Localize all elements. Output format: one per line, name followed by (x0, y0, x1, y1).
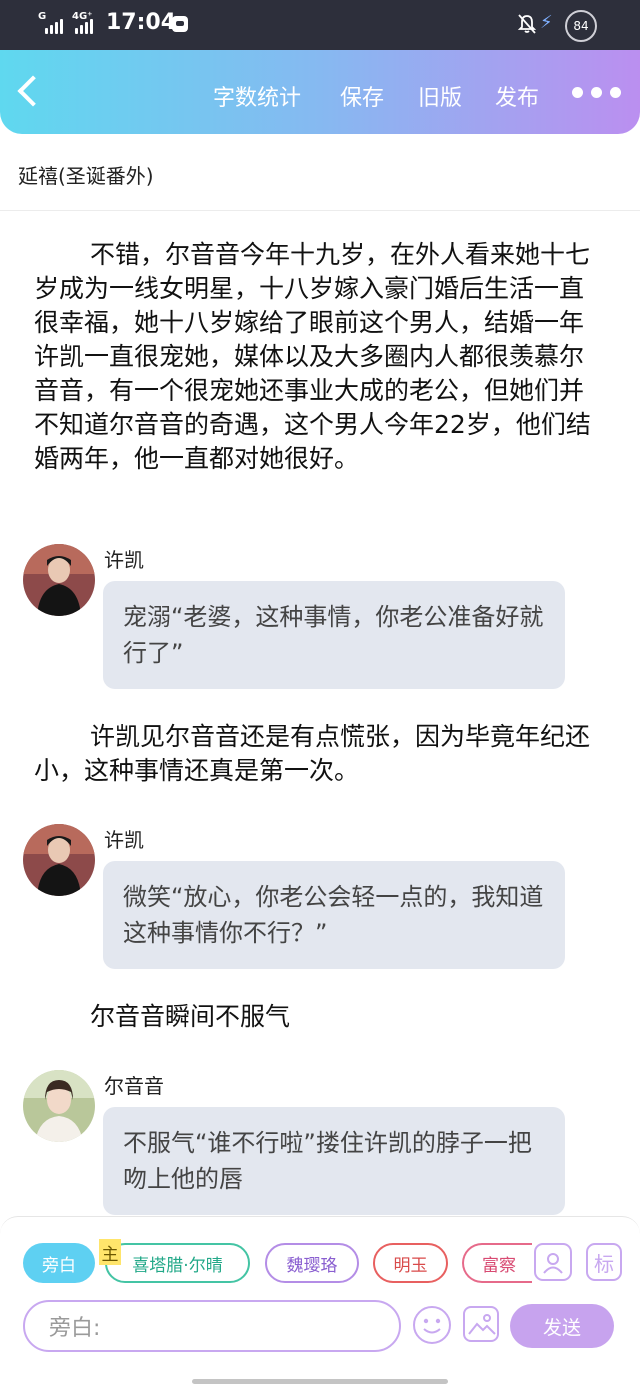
signal-icon: G (36, 11, 63, 34)
home-indicator[interactable] (192, 1379, 448, 1384)
dialogue-bubble[interactable]: 微笑“放心，你老公会轻一点的，我知道这种事情你不行？” (103, 861, 565, 969)
clock: 17:04 (106, 10, 177, 35)
avatar-xukai[interactable] (23, 544, 95, 616)
publish-button[interactable]: 发布 (495, 80, 539, 112)
role-chip-main[interactable]: 喜塔腊·尔晴 (105, 1243, 250, 1283)
app-notification-icon (172, 16, 188, 32)
narration-paragraph[interactable]: 尔音音瞬间不服气 (34, 1000, 596, 1034)
role-chip-mingyu[interactable]: 明玉 (373, 1243, 448, 1283)
signal-label: G (38, 11, 47, 22)
avatar-eryinyin[interactable] (23, 1070, 95, 1142)
avatar-xukai[interactable] (23, 824, 95, 896)
dialogue-bubble[interactable]: 不服气“谁不行啦”搂住许凯的脖子一把吻上他的唇 (103, 1107, 565, 1215)
signal-4g-label: 4G⁺ (72, 11, 93, 22)
dialogue-bubble[interactable]: 宠溺“老婆，这种事情，你老公准备好就行了” (103, 581, 565, 689)
speaker-name: 许凯 (104, 828, 144, 852)
main-role-badge: 主 (99, 1239, 121, 1265)
composer-panel: 旁白 喜塔腊·尔晴 主 魏璎珞 明玉 富察 标 旁白: 发送 (0, 1216, 640, 1387)
narration-paragraph[interactable]: 许凯见尔音音还是有点慌张，因为毕竟年纪还小，这种事情还真是第一次。 (34, 720, 596, 788)
old-version-button[interactable]: 旧版 (418, 80, 462, 112)
charging-icon: ⚡ (540, 12, 553, 33)
chapter-title[interactable]: 延禧(圣诞番外) (18, 160, 154, 189)
battery-indicator: 84 (565, 10, 597, 42)
person-card-icon[interactable] (534, 1243, 572, 1281)
battery-level: 84 (573, 19, 589, 33)
image-icon[interactable] (463, 1306, 499, 1342)
editor-header: 字数统计 保存 旧版 发布 (0, 50, 640, 134)
narration-paragraph[interactable]: 不错，尔音音今年十九岁，在外人看来她十七岁成为一线女明星，十八岁嫁入豪门婚后生活… (34, 238, 596, 476)
status-bar: G 4G⁺ 17:04 ⚡ 84 (0, 0, 640, 50)
word-count-button[interactable]: 字数统计 (213, 80, 301, 112)
mute-bell-icon (517, 14, 537, 34)
save-button[interactable]: 保存 (340, 80, 384, 112)
role-chip-narrator[interactable]: 旁白 (23, 1243, 95, 1283)
speaker-name: 许凯 (104, 548, 144, 572)
signal-4g-icon: 4G⁺ (72, 11, 93, 34)
message-input[interactable]: 旁白: (23, 1300, 401, 1352)
more-dots-icon[interactable] (572, 87, 621, 98)
role-chip-fucha[interactable]: 富察 (462, 1243, 532, 1283)
emoji-icon[interactable] (413, 1306, 451, 1344)
role-chip-weiyingluo[interactable]: 魏璎珞 (265, 1243, 359, 1283)
story-content: 不错，尔音音今年十九岁，在外人看来她十七岁成为一线女明星，十八岁嫁入豪门婚后生活… (0, 210, 640, 1218)
send-button[interactable]: 发送 (510, 1304, 614, 1348)
tag-button[interactable]: 标 (586, 1243, 622, 1281)
speaker-name: 尔音音 (104, 1074, 164, 1098)
back-chevron-icon[interactable] (17, 75, 49, 107)
